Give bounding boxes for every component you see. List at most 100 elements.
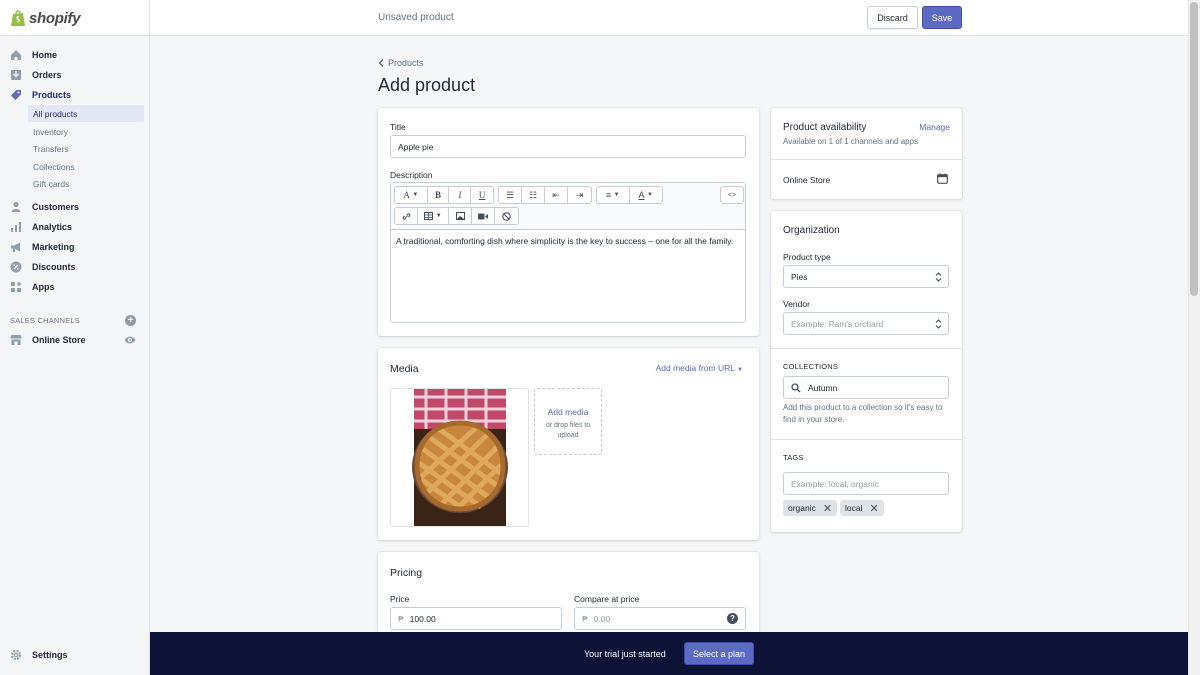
eye-icon[interactable]: [124, 335, 136, 345]
table-dropdown[interactable]: ▼: [418, 208, 449, 224]
apps-icon: [10, 281, 22, 293]
image-icon[interactable]: [449, 208, 472, 224]
close-icon[interactable]: ✕: [823, 502, 832, 515]
sidebar-item-label: Customers: [32, 202, 80, 212]
sidebar: Home Orders Products All products Invent…: [0, 36, 150, 675]
calendar-icon[interactable]: [937, 173, 948, 184]
add-media-url-label: Add media from URL: [655, 363, 735, 373]
help-icon[interactable]: ?: [727, 613, 738, 624]
sidebar-item-label: Apps: [32, 282, 55, 292]
add-channel-icon[interactable]: +: [125, 315, 136, 326]
link-icon[interactable]: [395, 208, 418, 224]
compare-price-placeholder: 0.00: [593, 613, 611, 624]
select-plan-button[interactable]: Select a plan: [684, 642, 754, 665]
price-label: Price: [390, 594, 410, 604]
close-icon[interactable]: ✕: [869, 502, 878, 515]
currency-symbol: ₱: [398, 613, 404, 624]
add-media-url-link[interactable]: Add media from URL ▼: [656, 363, 743, 373]
marketing-icon: [10, 241, 22, 253]
sidebar-item-label: Marketing: [32, 242, 75, 252]
add-media-button[interactable]: Add media: [535, 407, 601, 417]
logo[interactable]: shopify: [0, 0, 150, 36]
channel-online-store: Online Store: [783, 175, 831, 185]
vendor-input[interactable]: Example: Pam's orchard: [783, 312, 949, 335]
sidebar-item-label: Orders: [32, 70, 62, 80]
price-input[interactable]: ₱ 100.00: [390, 607, 562, 630]
compare-price-input[interactable]: ₱ 0.00 ?: [574, 607, 746, 630]
compare-price-label: Compare at price: [574, 594, 640, 604]
sidebar-item-products[interactable]: Products: [0, 85, 150, 105]
description-editor: A ▼ B I U ☰ ☷ ⇤ ⇥ ≡ ▼ A ▼ <> ▼ A traditi…: [390, 182, 746, 323]
tag-local: local ✕: [840, 500, 884, 516]
outdent-icon[interactable]: ⇤: [545, 187, 568, 203]
sidebar-item-label: Settings: [32, 650, 68, 660]
sidebar-subitem-transfers[interactable]: Transfers: [28, 140, 144, 157]
sidebar-subitem-all-products[interactable]: All products: [28, 105, 144, 122]
product-type-input[interactable]: Pies: [783, 265, 949, 288]
sidebar-item-analytics[interactable]: Analytics: [0, 217, 150, 237]
price-value: 100.00: [409, 613, 436, 624]
title-input[interactable]: Apple pie: [390, 135, 746, 158]
search-icon: [791, 382, 801, 393]
sidebar-item-home[interactable]: Home: [0, 45, 150, 65]
availability-card: Product availability Manage Available on…: [771, 108, 962, 199]
sidebar-item-orders[interactable]: Orders: [0, 65, 150, 85]
product-type-label: Product type: [783, 252, 831, 262]
media-thumbnail[interactable]: [390, 388, 529, 527]
text-color-dropdown[interactable]: A ▼: [630, 187, 663, 203]
availability-subtitle: Available on 1 of 1 channels and apps: [783, 137, 919, 146]
collections-value: Autumn: [808, 382, 838, 393]
store-icon: [10, 334, 22, 346]
collections-help: Add this product to a collection so it's…: [783, 403, 943, 424]
home-icon: [10, 49, 22, 61]
tag-icon: [10, 89, 22, 101]
sidebar-item-customers[interactable]: Customers: [0, 197, 150, 217]
sidebar-item-marketing[interactable]: Marketing: [0, 237, 150, 257]
clear-format-icon[interactable]: [495, 208, 518, 224]
sidebar-item-label: Online Store: [32, 335, 86, 345]
tags-placeholder: Example: local, organic: [791, 478, 879, 489]
sidebar-subitem-inventory[interactable]: Inventory: [28, 123, 144, 140]
bullet-list-icon[interactable]: ☰: [499, 187, 522, 203]
tag-label: organic: [788, 503, 816, 513]
indent-icon[interactable]: ⇥: [568, 187, 591, 203]
vendor-placeholder: Example: Pam's orchard: [791, 318, 884, 329]
add-media-dropzone[interactable]: Add media or drop files to upload: [534, 388, 602, 455]
discard-button[interactable]: Discard: [867, 6, 918, 29]
save-button[interactable]: Save: [922, 6, 962, 29]
align-dropdown[interactable]: ≡ ▼: [597, 187, 630, 203]
scrollbar-thumb[interactable]: [1190, 2, 1198, 296]
sidebar-subitem-gift-cards[interactable]: Gift cards: [28, 175, 144, 192]
format-group: A ▼ B I U: [394, 186, 494, 204]
description-text[interactable]: A traditional, comforting dish where sim…: [396, 235, 736, 247]
divider: [771, 348, 962, 349]
apple-pie-image: [412, 389, 508, 526]
drop-hint: or drop files to upload: [545, 422, 591, 439]
manage-link[interactable]: Manage: [919, 122, 950, 132]
sidebar-item-settings[interactable]: Settings: [0, 645, 150, 665]
sidebar-subitem-collections[interactable]: Collections: [28, 158, 144, 175]
underline-button[interactable]: U: [471, 187, 493, 203]
tags-input[interactable]: Example: local, organic: [783, 472, 949, 495]
gear-icon: [10, 649, 22, 661]
customers-icon: [10, 201, 22, 213]
sidebar-item-label: Home: [32, 50, 58, 60]
html-source-button[interactable]: <>: [720, 186, 744, 204]
video-icon[interactable]: [472, 208, 495, 224]
breadcrumb[interactable]: Products: [378, 58, 424, 68]
organization-card: Organization Product type Pies Vendor Ex…: [771, 211, 962, 532]
orders-icon: [10, 69, 22, 81]
pricing-heading: Pricing: [390, 567, 423, 579]
chevron-left-icon: [378, 59, 384, 67]
bold-button[interactable]: B: [428, 187, 450, 203]
sidebar-item-apps[interactable]: Apps: [0, 277, 150, 297]
sales-channels-heading: SALES CHANNELS: [10, 316, 80, 325]
select-stepper-icon: [934, 318, 942, 330]
collections-search-input[interactable]: Autumn: [783, 376, 949, 399]
list-group: ☰ ☷ ⇤ ⇥: [498, 186, 592, 204]
font-style-dropdown[interactable]: A ▼: [395, 187, 428, 203]
numbered-list-icon[interactable]: ☷: [522, 187, 545, 203]
italic-button[interactable]: I: [449, 187, 472, 203]
align-color-group: ≡ ▼ A ▼: [596, 186, 663, 204]
sidebar-item-discounts[interactable]: Discounts: [0, 257, 150, 277]
